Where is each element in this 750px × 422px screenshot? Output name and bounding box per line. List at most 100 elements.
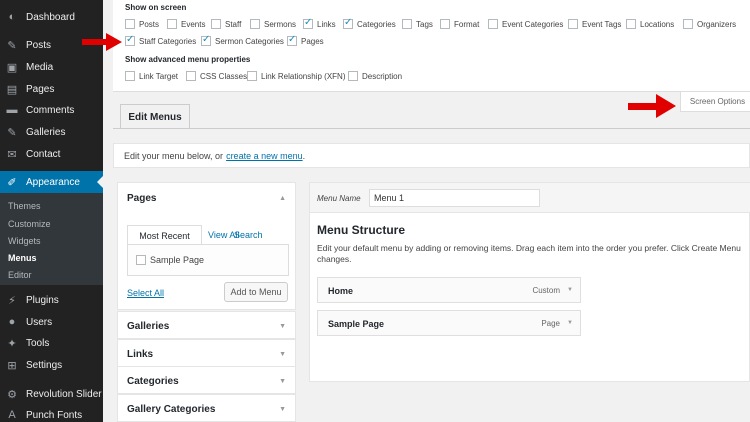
- brush-icon: ✐: [7, 176, 17, 189]
- checkbox-tags[interactable]: Tags: [402, 18, 433, 30]
- checkbox-box[interactable]: [201, 34, 211, 46]
- checkbox-box[interactable]: [287, 34, 297, 46]
- metabox-title: Gallery Categories: [127, 404, 216, 415]
- pages-list: Sample Page: [127, 244, 289, 276]
- checkbox-organizers[interactable]: Organizers: [683, 18, 736, 30]
- sidebar-item-plugins[interactable]: ⚡ Plugins: [0, 289, 103, 311]
- sidebar-item-appearance[interactable]: ✐ Appearance: [0, 171, 103, 193]
- checkbox-description[interactable]: Description: [348, 70, 402, 82]
- sidebar-item-label: Users: [26, 316, 53, 328]
- submenu-item-widgets[interactable]: Widgets: [8, 236, 41, 246]
- checkbox-box[interactable]: [167, 19, 177, 29]
- checkbox-box[interactable]: [125, 34, 135, 46]
- notice-suffix: .: [302, 150, 306, 161]
- sidebar-item-comments[interactable]: ▬ Comments: [0, 99, 103, 121]
- checkbox-locations[interactable]: Locations: [626, 18, 674, 30]
- tab-search[interactable]: Search: [234, 230, 263, 240]
- checkbox-links[interactable]: Links: [303, 17, 336, 30]
- sidebar-item-tools[interactable]: ✦ Tools: [0, 332, 103, 354]
- checkbox-box[interactable]: [250, 19, 260, 29]
- categories-metabox[interactable]: Categories ▼: [117, 366, 296, 394]
- checkbox-sermon-categories[interactable]: Sermon Categories: [201, 34, 284, 47]
- collapse-down-icon[interactable]: ▼: [279, 378, 286, 385]
- red-arrow-icon: [82, 33, 122, 51]
- chevron-down-icon[interactable]: ▼: [567, 320, 573, 326]
- select-all-link[interactable]: Select All: [127, 288, 164, 298]
- menu-structure-description-continued: changes.: [317, 254, 352, 264]
- menu-management-panel: Menu Name Menu Structure Edit your defau…: [309, 182, 750, 382]
- checkbox-box[interactable]: [568, 19, 578, 29]
- menu-name-input[interactable]: [369, 189, 540, 207]
- checkbox-box[interactable]: [440, 19, 450, 29]
- galleries-metabox[interactable]: Galleries ▼: [117, 311, 296, 339]
- plug-icon: ⚡: [8, 294, 16, 307]
- sidebar-item-dashboard[interactable]: ◐ Dashboard: [0, 6, 103, 28]
- sidebar-item-media[interactable]: ▣ Media: [0, 56, 103, 78]
- font-icon: A: [8, 409, 16, 421]
- sidebar-item-label: Comments: [26, 104, 75, 116]
- tab-divider: [113, 128, 750, 129]
- checkbox-box[interactable]: [125, 19, 135, 29]
- collapse-down-icon[interactable]: ▼: [279, 351, 286, 358]
- show-on-screen-heading: Show on screen: [125, 3, 187, 12]
- pin-icon: ✎: [7, 39, 17, 52]
- menu-item-home[interactable]: Home Custom ▼: [317, 277, 581, 303]
- tab-most-recent[interactable]: Most Recent: [127, 225, 202, 245]
- checkbox-box[interactable]: [402, 19, 412, 29]
- checkbox-box[interactable]: [136, 255, 146, 265]
- checkbox-event-tags[interactable]: Event Tags: [568, 18, 621, 30]
- checkbox-box[interactable]: [683, 19, 693, 29]
- checkbox-css-classes[interactable]: CSS Classes: [186, 70, 247, 82]
- checkbox-pages[interactable]: Pages: [287, 34, 324, 47]
- sidebar-item-galleries[interactable]: ✎ Galleries: [0, 121, 103, 143]
- gallery-categories-metabox[interactable]: Gallery Categories ▼: [117, 394, 296, 422]
- checkbox-staff[interactable]: Staff: [211, 18, 241, 30]
- metabox-title[interactable]: Pages: [127, 193, 156, 204]
- checkbox-events[interactable]: Events: [167, 18, 205, 30]
- sidebar-item-settings[interactable]: ⊞ Settings: [0, 354, 103, 376]
- checkbox-format[interactable]: Format: [440, 18, 479, 30]
- sidebar-item-label: Posts: [26, 39, 52, 51]
- checkbox-link-target[interactable]: Link Target: [125, 70, 178, 82]
- checkbox-box[interactable]: [303, 17, 313, 29]
- sidebar-item-revolution-slider[interactable]: ⚙ Revolution Slider: [0, 383, 103, 405]
- page-item-sample-page[interactable]: Sample Page: [136, 255, 204, 265]
- collapse-up-icon[interactable]: ▲: [279, 195, 286, 202]
- checkbox-box[interactable]: [186, 71, 196, 81]
- menu-item-type: Custom: [532, 286, 560, 295]
- sidebar-item-pages[interactable]: ▤ Pages: [0, 78, 103, 100]
- checkbox-box[interactable]: [211, 19, 221, 29]
- create-new-menu-link[interactable]: create a new menu: [226, 151, 303, 161]
- collapse-down-icon[interactable]: ▼: [279, 323, 286, 330]
- checkbox-link-relationship[interactable]: Link Relationship (XFN): [247, 70, 345, 82]
- tab-edit-menus[interactable]: Edit Menus: [120, 104, 190, 129]
- add-to-menu-button[interactable]: Add to Menu: [224, 282, 288, 302]
- checkbox-box[interactable]: [626, 19, 636, 29]
- sidebar-item-users[interactable]: ● Users: [0, 311, 103, 333]
- checkbox-box[interactable]: [125, 71, 135, 81]
- menu-item-title: Sample Page: [328, 319, 385, 329]
- checkbox-box[interactable]: [348, 71, 358, 81]
- chevron-down-icon[interactable]: ▼: [567, 287, 573, 293]
- screen-options-tab[interactable]: Screen Options: [680, 92, 750, 112]
- links-metabox[interactable]: Links ▼: [117, 339, 296, 367]
- submenu-item-editor[interactable]: Editor: [8, 270, 32, 280]
- checkbox-box[interactable]: [247, 71, 257, 81]
- checkbox-categories[interactable]: Categories: [343, 17, 396, 30]
- checkbox-posts[interactable]: Posts: [125, 18, 159, 30]
- checkbox-staff-categories[interactable]: Staff Categories: [125, 34, 196, 47]
- menu-structure-description: Edit your default menu by adding or remo…: [317, 243, 741, 253]
- settings-icon: ⊞: [7, 359, 17, 372]
- checkbox-box[interactable]: [488, 19, 498, 29]
- admin-sidebar: ◐ Dashboard ✎ Posts ▣ Media ▤ Pages ▬ Co…: [0, 0, 103, 422]
- checkbox-box[interactable]: [343, 17, 353, 29]
- sidebar-item-contact[interactable]: ✉ Contact: [0, 143, 103, 165]
- checkbox-sermons[interactable]: Sermons: [250, 18, 296, 30]
- submenu-item-customize[interactable]: Customize: [8, 219, 51, 229]
- checkbox-event-categories[interactable]: Event Categories: [488, 18, 563, 30]
- menu-item-sample-page[interactable]: Sample Page Page ▼: [317, 310, 581, 336]
- submenu-item-menus[interactable]: Menus: [8, 253, 37, 263]
- sidebar-item-punch-fonts[interactable]: A Punch Fonts: [0, 404, 103, 422]
- submenu-item-themes[interactable]: Themes: [8, 201, 41, 211]
- collapse-down-icon[interactable]: ▼: [279, 406, 286, 413]
